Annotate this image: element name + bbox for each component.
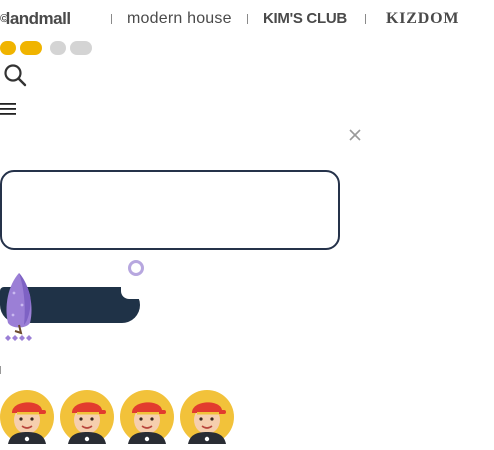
menu-icon[interactable]	[0, 101, 17, 117]
brand-link-kizdom[interactable]: KIZDOM	[386, 9, 459, 29]
slide-indicator-1[interactable]	[0, 41, 16, 55]
brand-link-kims-club[interactable]: KIM'S CLUB	[263, 9, 347, 29]
brand-link-modern-house[interactable]: modern house	[127, 9, 232, 29]
ring-decoration	[128, 260, 144, 276]
tree-illustration	[5, 273, 32, 341]
brand-divider	[365, 14, 366, 24]
slide-indicator-4[interactable]	[70, 41, 92, 55]
avatar[interactable]	[60, 390, 114, 444]
search-input[interactable]	[0, 170, 340, 250]
brand-divider	[111, 14, 112, 24]
avatar[interactable]	[0, 390, 54, 444]
avatar[interactable]	[180, 390, 234, 444]
promo-banner-notch	[121, 287, 140, 299]
divider-mark	[0, 366, 1, 374]
brand-link-landmall[interactable]: ©landmall	[0, 9, 71, 29]
slide-indicator-2[interactable]	[20, 41, 42, 55]
search-icon[interactable]	[3, 63, 27, 87]
brand-divider	[247, 14, 248, 24]
brand-label-landmall: landmall	[5, 9, 71, 28]
brand-bar: ©landmall modern house KIM'S CLUB KIZDOM	[0, 0, 494, 40]
close-icon[interactable]	[348, 128, 362, 142]
avatar[interactable]	[120, 390, 174, 444]
slide-indicator-3[interactable]	[50, 41, 66, 55]
